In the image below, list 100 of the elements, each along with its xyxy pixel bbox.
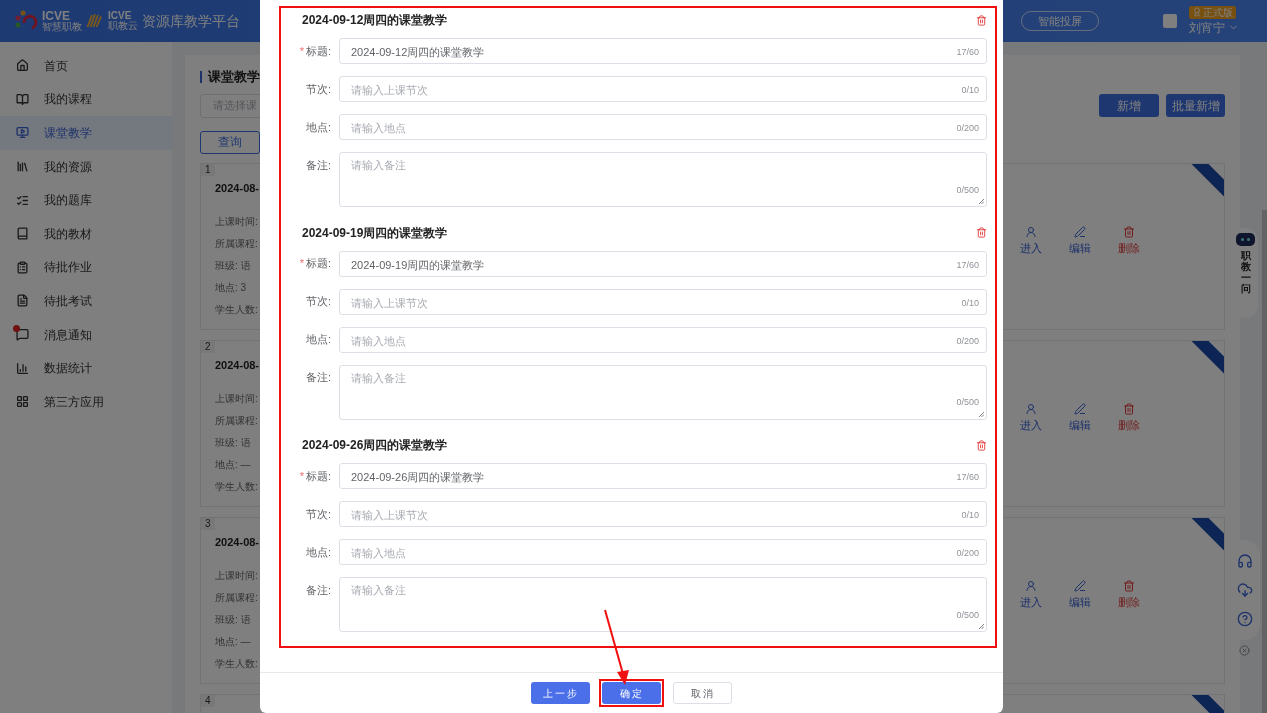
card-action[interactable]: 编辑 xyxy=(1069,225,1091,260)
card-action[interactable]: 删除 xyxy=(1118,402,1140,437)
input-field[interactable]: 请输入地点 0/200 xyxy=(339,114,987,140)
pen-icon xyxy=(1074,579,1086,592)
char-counter: 0/500 xyxy=(956,183,979,197)
card-field: 地点: 3 xyxy=(215,281,257,295)
assistant-widget[interactable]: 职教一问 xyxy=(1233,228,1258,318)
input-field[interactable]: 2024-09-12周四的课堂教学 17/60 xyxy=(339,38,987,64)
card-field: 学生人数: xyxy=(215,303,257,317)
pen-icon xyxy=(1074,225,1086,238)
char-counter: 0/200 xyxy=(956,122,979,135)
input-field[interactable]: 请输入上课节次 0/10 xyxy=(339,288,987,315)
char-counter: 17/60 xyxy=(956,258,979,272)
medal-icon xyxy=(1192,7,1202,17)
char-counter: 0/200 xyxy=(956,547,979,561)
textarea-field[interactable]: 请输入备注 0/500 xyxy=(339,364,987,420)
help-icon[interactable] xyxy=(1236,611,1253,628)
sidebar-item[interactable]: 待批作业 xyxy=(0,250,172,285)
dialog-button[interactable]: 确定 xyxy=(602,682,661,704)
card-index: 3 xyxy=(201,517,215,530)
field-label: 节次: xyxy=(305,507,331,523)
card-index: 2 xyxy=(201,340,215,353)
input-field[interactable]: 请输入地点 0/200 xyxy=(339,539,987,566)
char-counter: 0/10 xyxy=(961,84,979,97)
sidebar-item[interactable]: 课堂教学 xyxy=(0,116,172,150)
headset-icon[interactable] xyxy=(1236,552,1253,569)
trash-icon[interactable] xyxy=(976,227,987,239)
sidebar-item[interactable]: 我的教材 xyxy=(0,216,172,251)
input-field[interactable]: 2024-09-19周四的课堂教学 17/60 xyxy=(339,250,987,277)
sidebar-item[interactable]: 首页 xyxy=(0,49,172,83)
user-icon xyxy=(1025,579,1037,592)
library-icon xyxy=(16,160,29,174)
card-action[interactable]: 进入 xyxy=(1020,579,1042,614)
card-action[interactable]: 编辑 xyxy=(1069,579,1091,614)
sidebar-item[interactable]: 数据统计 xyxy=(0,351,172,385)
card-field: 所属课程: xyxy=(215,414,257,428)
download-icon[interactable] xyxy=(1236,582,1253,598)
textarea-field[interactable]: 请输入备注 0/500 xyxy=(339,152,987,207)
logo-subtitle: 职教云 xyxy=(108,21,138,31)
close-icon[interactable] xyxy=(1239,645,1250,656)
trash-icon xyxy=(1123,579,1135,592)
card-action[interactable]: 进入 xyxy=(1020,402,1042,437)
resize-handle-icon xyxy=(978,410,984,417)
sidebar-item[interactable]: 待批考试 xyxy=(0,284,172,318)
avatar-icon xyxy=(1163,14,1177,28)
platform-title: 资源库教学平台 xyxy=(142,11,240,31)
char-counter: 17/60 xyxy=(956,471,979,485)
input-field[interactable]: 2024-09-26周四的课堂教学 17/60 xyxy=(339,463,987,490)
sidebar-item[interactable]: 第三方应用 xyxy=(0,384,172,419)
card-action[interactable]: 进入 xyxy=(1020,225,1042,260)
user-name[interactable]: 刘宵宁 xyxy=(1189,18,1225,37)
input-field[interactable]: 请输入上课节次 0/10 xyxy=(339,76,987,102)
card-action[interactable]: 删除 xyxy=(1118,579,1140,614)
batch-add-button[interactable]: 批量新增 xyxy=(1166,94,1225,117)
trash-icon xyxy=(1123,225,1135,238)
field-label: 标题: xyxy=(305,256,331,272)
dialog-button[interactable]: 取消 xyxy=(673,682,732,704)
card-field: 学生人数: xyxy=(215,657,257,671)
sidebar-item[interactable]: 我的题库 xyxy=(0,183,172,217)
trash-icon[interactable] xyxy=(976,14,987,26)
char-counter: 0/500 xyxy=(956,608,979,622)
char-counter: 0/10 xyxy=(961,296,979,310)
add-button[interactable]: 新增 xyxy=(1099,94,1159,117)
pen-icon xyxy=(1074,402,1086,415)
book-icon xyxy=(16,227,29,241)
textarea-field[interactable]: 请输入备注 0/500 xyxy=(339,577,987,633)
resize-handle-icon xyxy=(978,623,984,630)
card-action[interactable]: 删除 xyxy=(1118,225,1140,260)
trash-icon[interactable] xyxy=(976,439,987,451)
video-icon xyxy=(16,126,29,140)
logo-brand: ICVE xyxy=(108,11,133,21)
card-field: 地点: — xyxy=(215,458,257,472)
section-title: 2024-09-12周四的课堂教学 xyxy=(302,12,448,29)
field-label: 备注: xyxy=(305,157,331,173)
card-action[interactable]: 编辑 xyxy=(1069,402,1091,437)
card-title: 2024-08- xyxy=(215,534,257,550)
list-icon xyxy=(16,193,29,207)
input-field[interactable]: 请输入上课节次 0/10 xyxy=(339,501,987,528)
book-icon xyxy=(16,92,29,106)
required-mark: * xyxy=(299,45,304,57)
section-title: 2024-09-19周四的课堂教学 xyxy=(302,224,448,242)
field-label: 备注: xyxy=(305,370,331,386)
char-counter: 0/10 xyxy=(961,509,979,523)
logo-brand: ICVE xyxy=(42,10,70,22)
edition-badge: 正式版 xyxy=(1189,5,1236,19)
required-mark: * xyxy=(299,470,304,482)
sidebar-item[interactable]: 消息通知 xyxy=(0,317,172,352)
message-icon xyxy=(16,328,29,342)
grid-icon xyxy=(16,395,29,409)
char-counter: 0/500 xyxy=(956,396,979,410)
field-label: 标题: xyxy=(305,469,331,485)
card-title: 2024-08- xyxy=(215,357,257,373)
card-index: 1 xyxy=(201,163,215,176)
card-field: 地点: — xyxy=(215,635,257,649)
dialog-button[interactable]: 上一步 xyxy=(531,682,590,704)
home-icon xyxy=(16,59,29,73)
field-label: 地点: xyxy=(305,119,331,135)
field-label: 节次: xyxy=(305,294,331,310)
page-title: 课堂教学 xyxy=(208,68,260,86)
input-field[interactable]: 请输入地点 0/200 xyxy=(339,326,987,353)
